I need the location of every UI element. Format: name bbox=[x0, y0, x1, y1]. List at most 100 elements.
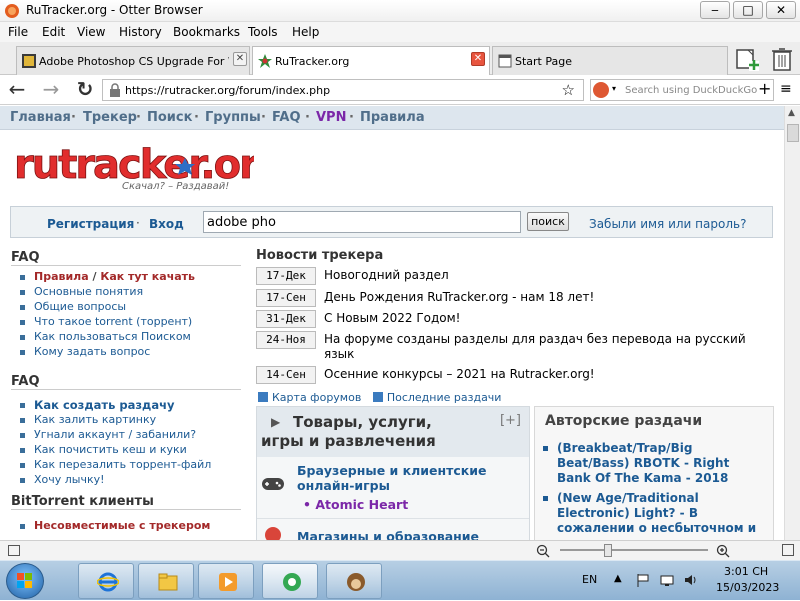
list-item[interactable]: Угнали аккаунт / забанили? bbox=[20, 428, 211, 443]
clock-time[interactable]: 3:01 CH bbox=[724, 565, 768, 578]
list-item[interactable]: Как залить картинку bbox=[20, 413, 211, 428]
taskbar-ie[interactable] bbox=[78, 563, 134, 599]
author-releases-box: Авторские раздачи (Breakbeat/Trap/Big Be… bbox=[534, 406, 774, 540]
forgot-password-link[interactable]: Забыли имя или пароль? bbox=[589, 217, 746, 231]
tab-label: Start Page bbox=[515, 55, 572, 68]
category-link[interactable]: Браузерные и клиентские онлайн-игры bbox=[297, 463, 517, 493]
scroll-up-icon[interactable]: ▲ bbox=[788, 108, 795, 118]
menu-help[interactable]: Help bbox=[292, 25, 319, 39]
news-row: 14-Сен Осенние конкурсы – 2021 на Rutrac… bbox=[256, 366, 776, 386]
menu-edit[interactable]: Edit bbox=[42, 25, 65, 39]
maximize-button[interactable]: □ bbox=[733, 1, 763, 19]
navigation-bar: ← → ↻ https://rutracker.org/forum/index.… bbox=[0, 75, 800, 105]
how-to-download-link[interactable]: Как тут качать bbox=[100, 270, 195, 283]
language-indicator[interactable]: EN bbox=[582, 573, 597, 586]
nav-search-link[interactable]: Поиск bbox=[147, 110, 192, 125]
nav-faq-link[interactable]: FAQ bbox=[272, 110, 301, 125]
news-link[interactable]: С Новым 2022 Годом! bbox=[324, 311, 774, 326]
vertical-scrollbar[interactable]: ▲ bbox=[784, 106, 800, 540]
main-menu-icon[interactable]: ≡ bbox=[780, 81, 792, 97]
tab-start-page[interactable]: Start Page bbox=[492, 46, 728, 75]
sidebar-toggle-icon[interactable] bbox=[8, 545, 20, 556]
list-item[interactable]: Как создать раздачу bbox=[20, 398, 211, 413]
list-item[interactable]: Общие вопросы bbox=[20, 300, 195, 315]
news-link[interactable]: Осенние конкурсы – 2021 на Rutracker.org… bbox=[324, 367, 774, 382]
bookmark-star-icon[interactable]: ☆ bbox=[562, 81, 575, 99]
taskbar-browser-active[interactable] bbox=[262, 563, 318, 599]
menu-history[interactable]: History bbox=[119, 25, 162, 39]
dropdown-arrow-icon[interactable]: ▾ bbox=[612, 84, 616, 93]
list-item[interactable]: (New Age/Traditional Electronic) Light? … bbox=[541, 491, 767, 536]
register-link[interactable]: Регистрация bbox=[47, 217, 134, 231]
list-item[interactable]: Как пользоваться Поиском bbox=[20, 330, 195, 345]
list-item[interactable]: (Breakbeat/Trap/Big Beat/Bass) RBOTK - R… bbox=[541, 441, 767, 486]
expand-toggle[interactable]: [+] bbox=[500, 413, 521, 428]
list-item[interactable]: Основные понятия bbox=[20, 285, 195, 300]
forum-map-link[interactable]: Карта форумов bbox=[272, 391, 361, 404]
zoom-in-icon[interactable] bbox=[716, 544, 730, 558]
list-item[interactable]: Что такое torrent (торрент) bbox=[20, 315, 195, 330]
bittorrent-list: Несовместимые с трекером bbox=[20, 519, 210, 534]
taskbar-otter[interactable] bbox=[326, 563, 382, 599]
tab-close-icon[interactable]: ✕ bbox=[471, 52, 485, 66]
zoom-slider-track[interactable] bbox=[560, 549, 708, 551]
nav-groups-link[interactable]: Группы bbox=[205, 110, 261, 125]
news-link[interactable]: День Рождения RuTracker.org - нам 18 лет… bbox=[324, 290, 774, 305]
expand-arrow-icon[interactable]: ▶ bbox=[271, 415, 280, 429]
scroll-thumb[interactable] bbox=[787, 124, 799, 142]
tracker-search-input[interactable] bbox=[203, 211, 521, 233]
list-item[interactable]: Как перезалить торрент-файл bbox=[20, 458, 211, 473]
network-icon[interactable] bbox=[660, 573, 674, 587]
start-button[interactable] bbox=[6, 563, 44, 599]
menu-file[interactable]: File bbox=[8, 25, 28, 39]
trash-icon[interactable] bbox=[770, 46, 794, 72]
nav-home-link[interactable]: Главная bbox=[10, 110, 71, 125]
list-item[interactable]: Кому задать вопрос bbox=[20, 345, 195, 360]
nav-rules-link[interactable]: Правила bbox=[360, 110, 425, 125]
menu-view[interactable]: View bbox=[77, 25, 105, 39]
new-tab-icon[interactable] bbox=[734, 46, 760, 72]
news-link[interactable]: На форуме созданы разделы для раздач без… bbox=[324, 332, 764, 362]
flag-icon[interactable] bbox=[636, 573, 650, 587]
search-button[interactable]: поиск bbox=[527, 212, 569, 231]
menu-tools[interactable]: Tools bbox=[248, 25, 278, 39]
news-row: 17-Сен День Рождения RuTracker.org - нам… bbox=[256, 289, 776, 309]
category-link[interactable]: Магазины и образование bbox=[297, 529, 517, 540]
nav-vpn-link[interactable]: VPN bbox=[316, 110, 346, 125]
tab-close-icon[interactable]: ✕ bbox=[233, 52, 247, 66]
clock-date[interactable]: 15/03/2023 bbox=[716, 581, 779, 594]
web-search-box[interactable]: ▾ Search using DuckDuckGo bbox=[590, 79, 774, 101]
zoom-out-icon[interactable] bbox=[536, 544, 550, 558]
menu-bookmarks[interactable]: Bookmarks bbox=[173, 25, 240, 39]
category-header[interactable]: ▶ Товары, услуги, игры и развлечения [+] bbox=[257, 407, 529, 457]
back-button[interactable]: ← bbox=[6, 79, 28, 101]
minimize-button[interactable]: ‒ bbox=[700, 1, 730, 19]
list-item[interactable]: Хочу лычку! bbox=[20, 473, 211, 488]
rss-links: Карта форумов Последние раздачи bbox=[258, 391, 501, 404]
address-bar[interactable]: https://rutracker.org/forum/index.php ☆ bbox=[102, 79, 584, 101]
show-hidden-icons[interactable]: ▲ bbox=[614, 573, 622, 584]
close-window-button[interactable]: ✕ bbox=[766, 1, 796, 19]
tab-rutracker[interactable]: RuTracker.org ✕ bbox=[252, 46, 490, 76]
list-item[interactable]: Как почистить кеш и куки bbox=[20, 443, 211, 458]
subcategory-link[interactable]: • Atomic Heart bbox=[303, 497, 408, 512]
login-link[interactable]: Вход bbox=[149, 217, 184, 231]
fullscreen-icon[interactable] bbox=[782, 544, 794, 556]
nav-separator: · bbox=[261, 110, 266, 125]
rules-link[interactable]: Правила bbox=[34, 270, 89, 283]
add-search-button[interactable]: + bbox=[758, 79, 771, 98]
rutracker-logo[interactable]: rutracker.org Скачал? – Раздавай! bbox=[14, 142, 286, 202]
folder-icon bbox=[158, 573, 178, 591]
latest-releases-link[interactable]: Последние раздачи bbox=[387, 391, 502, 404]
forward-button[interactable]: → bbox=[40, 79, 62, 101]
faq-list-2: Как создать раздачу Как залить картинку … bbox=[20, 398, 211, 488]
taskbar-media-player[interactable] bbox=[198, 563, 254, 599]
news-link[interactable]: Новогодний раздел bbox=[324, 268, 774, 283]
tab-photoshop[interactable]: Adobe Photoshop CS Upgrade For Wi... ✕ bbox=[16, 46, 250, 75]
reload-button[interactable]: ↻ bbox=[74, 79, 96, 101]
list-item[interactable]: Несовместимые с трекером bbox=[20, 519, 210, 534]
volume-icon[interactable] bbox=[684, 573, 698, 587]
taskbar-explorer[interactable] bbox=[138, 563, 194, 599]
zoom-slider-handle[interactable] bbox=[604, 544, 612, 557]
nav-tracker-link[interactable]: Трекер bbox=[83, 110, 137, 125]
